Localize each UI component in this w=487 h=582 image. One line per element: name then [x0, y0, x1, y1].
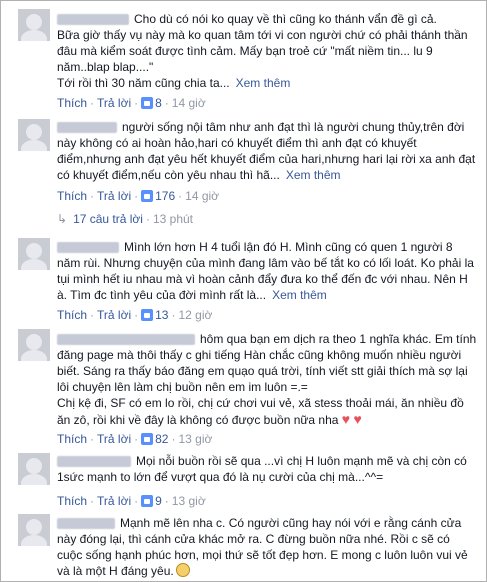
- see-more-link[interactable]: Xem thêm: [236, 76, 291, 90]
- like-icon: [141, 433, 154, 445]
- comment-time[interactable]: 14 giờ: [185, 189, 219, 203]
- reply-button[interactable]: Trả lời: [97, 432, 131, 446]
- like-icon: [141, 495, 154, 507]
- comment-text: hôm qua bạn em dịch ra theo 1 nghĩa khác…: [57, 332, 477, 427]
- replies-time: 13 phút: [152, 212, 194, 226]
- commenter-name[interactable]: [57, 518, 115, 530]
- comment-time[interactable]: 12 giờ: [178, 308, 212, 322]
- avatar[interactable]: [18, 453, 50, 485]
- like-icon: [141, 97, 154, 109]
- like-count[interactable]: 8: [155, 96, 162, 110]
- see-more-link[interactable]: Xem thêm: [286, 168, 341, 182]
- reply-button[interactable]: Trả lời: [97, 189, 131, 203]
- comment-actions: Thích · Trả lời · 8 · 14 giờ: [57, 96, 206, 110]
- like-count[interactable]: 9: [155, 494, 162, 508]
- avatar[interactable]: [18, 514, 50, 546]
- see-more-link[interactable]: Xem thêm: [272, 288, 327, 302]
- commenter-name[interactable]: [57, 456, 131, 468]
- comment-text: Mạnh mẽ lên nha c. Có người cũng hay nói…: [57, 516, 468, 578]
- comment-text: người sống nội tâm như anh đạt thì là ng…: [57, 120, 476, 182]
- commenter-name[interactable]: [57, 122, 117, 134]
- comment-text: Mình lớn hơn H 4 tuổi lận đó H. Mình cũn…: [57, 240, 474, 302]
- like-button[interactable]: Thích: [57, 96, 87, 110]
- avatar[interactable]: [18, 9, 50, 41]
- commenter-name[interactable]: [57, 14, 129, 26]
- like-count[interactable]: 13: [155, 308, 168, 322]
- avatar[interactable]: [18, 238, 50, 270]
- avatar[interactable]: [18, 119, 50, 151]
- like-icon: [141, 190, 154, 202]
- avatar[interactable]: [18, 329, 50, 361]
- comment-thread: Cho dù có nói ko quay về thì cũng ko thá…: [0, 0, 487, 582]
- reply-button[interactable]: Trả lời: [97, 96, 131, 110]
- commenter-name[interactable]: [57, 334, 195, 346]
- reply-button[interactable]: Trả lời: [97, 494, 131, 508]
- comment-actions: Thích · Trả lời · 176 · 14 giờ: [57, 189, 220, 203]
- comment-actions: Thích · Trả lời · 9 · 13 giờ: [57, 494, 206, 508]
- like-button[interactable]: Thích: [57, 189, 87, 203]
- replies-count[interactable]: 17 câu trả lời: [73, 212, 143, 226]
- heart-icon: ♥: [341, 411, 351, 427]
- heart-icon: ♥: [353, 411, 362, 427]
- like-count[interactable]: 82: [155, 432, 168, 446]
- comment-actions: Thích · Trả lời · 82 · 13 giờ: [57, 432, 213, 446]
- like-button[interactable]: Thích: [57, 432, 87, 446]
- reply-button[interactable]: Trả lời: [97, 308, 131, 322]
- comment-actions: Thích · Trả lời · 13 · 12 giờ: [57, 308, 213, 322]
- comment-time[interactable]: 13 giờ: [178, 432, 212, 446]
- like-count[interactable]: 176: [155, 189, 175, 203]
- comment-time[interactable]: 13 giờ: [172, 494, 206, 508]
- like-button[interactable]: Thích: [57, 308, 87, 322]
- reply-arrow-icon: ↳: [57, 212, 68, 226]
- like-icon: [141, 309, 154, 321]
- like-button[interactable]: Thích: [57, 494, 87, 508]
- smile-emoji-icon: [175, 563, 190, 577]
- comment-time[interactable]: 14 giờ: [172, 96, 206, 110]
- replies-summary[interactable]: ↳ 17 câu trả lời · 13 phút: [57, 212, 193, 226]
- commenter-name[interactable]: [57, 242, 119, 254]
